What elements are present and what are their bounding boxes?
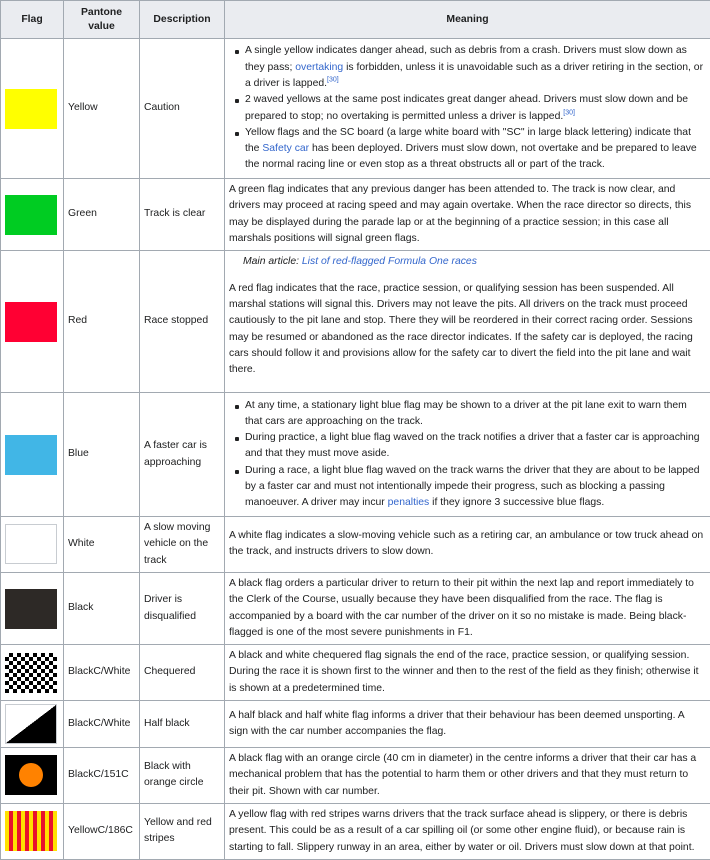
table-row: Yellow Caution A single yellow indicates…: [1, 39, 710, 179]
meaning-cell: At any time, a stationary light blue fla…: [225, 393, 710, 517]
white-flag-swatch: [5, 524, 57, 564]
meaning-cell: A single yellow indicates danger ahead, …: [225, 39, 710, 179]
hatnote: Main article: List of red-flagged Formul…: [229, 254, 706, 270]
header-pantone[interactable]: Pantone value: [64, 1, 140, 39]
meaning-cell: A half black and half white flag informs…: [225, 701, 710, 748]
header-row: Flag Pantone value Description Meaning: [1, 1, 710, 39]
list-item: Yellow flags and the SC board (a large w…: [245, 125, 706, 174]
table-row: Green Track is clear A green flag indica…: [1, 179, 710, 251]
pantone-cell: BlackC/White: [64, 701, 140, 748]
header-description[interactable]: Description: [140, 1, 225, 39]
meaning-cell: A black flag with an orange circle (40 c…: [225, 748, 710, 804]
bullet-list: At any time, a stationary light blue fla…: [229, 398, 706, 512]
race-flags-table: Flag Pantone value Description Meaning Y…: [0, 0, 710, 860]
description-cell: Yellow and red stripes: [140, 803, 225, 859]
red-flagged-races-link[interactable]: List of red-flagged Formula One races: [302, 256, 477, 267]
safety-car-link[interactable]: Safety car: [262, 143, 309, 154]
pantone-cell: Green: [64, 179, 140, 251]
table-row: BlackC/151C Black with orange circle A b…: [1, 748, 710, 804]
table-row: BlackC/White Half black A half black and…: [1, 701, 710, 748]
half-black-flag-swatch: [5, 704, 57, 744]
table-row: YellowC/186C Yellow and red stripes A ye…: [1, 803, 710, 859]
meaning-cell: A black and white chequered flag signals…: [225, 645, 710, 701]
pantone-cell: Yellow: [64, 39, 140, 179]
list-item: A single yellow indicates danger ahead, …: [245, 43, 706, 92]
black-orange-disc-flag-swatch: [5, 755, 57, 795]
description-cell: Driver is disqualified: [140, 572, 225, 644]
list-item: At any time, a stationary light blue fla…: [245, 398, 706, 431]
list-item: 2 waved yellows at the same post indicat…: [245, 92, 706, 125]
black-flag-swatch: [5, 589, 57, 629]
description-cell: Race stopped: [140, 251, 225, 393]
red-flag-swatch: [5, 302, 57, 342]
pantone-cell: Red: [64, 251, 140, 393]
penalties-link[interactable]: penalties: [388, 497, 430, 508]
bullet-list: A single yellow indicates danger ahead, …: [229, 43, 706, 173]
pantone-cell: White: [64, 517, 140, 573]
meaning-cell: Main article: List of red-flagged Formul…: [225, 251, 710, 393]
list-item: During a race, a light blue flag waved o…: [245, 463, 706, 512]
description-cell: Black with orange circle: [140, 748, 225, 804]
pantone-cell: YellowC/186C: [64, 803, 140, 859]
pantone-cell: BlackC/151C: [64, 748, 140, 804]
table-row: Blue A faster car is approaching At any …: [1, 393, 710, 517]
meaning-cell: A black flag orders a particular driver …: [225, 572, 710, 644]
pantone-cell: BlackC/White: [64, 645, 140, 701]
meaning-cell: A green flag indicates that any previous…: [225, 179, 710, 251]
meaning-cell: A white flag indicates a slow-moving veh…: [225, 517, 710, 573]
description-cell: Track is clear: [140, 179, 225, 251]
yellow-flag-swatch: [5, 89, 57, 129]
header-meaning[interactable]: Meaning: [225, 1, 710, 39]
table-row: Red Race stopped Main article: List of r…: [1, 251, 710, 393]
table-row: White A slow moving vehicle on the track…: [1, 517, 710, 573]
pantone-cell: Blue: [64, 393, 140, 517]
meaning-text: A red flag indicates that the race, prac…: [229, 281, 706, 379]
list-item: During practice, a light blue flag waved…: [245, 430, 706, 463]
description-cell: A faster car is approaching: [140, 393, 225, 517]
header-flag[interactable]: Flag: [1, 1, 64, 39]
green-flag-swatch: [5, 195, 57, 235]
pantone-cell: Black: [64, 572, 140, 644]
reference-link[interactable]: [30]: [327, 76, 339, 83]
blue-flag-swatch: [5, 435, 57, 475]
chequered-flag-swatch: [5, 653, 57, 693]
overtaking-link[interactable]: overtaking: [295, 62, 343, 73]
description-cell: Half black: [140, 701, 225, 748]
striped-flag-swatch: [5, 811, 57, 851]
reference-link[interactable]: [30]: [563, 109, 575, 116]
orange-circle-icon: [19, 763, 43, 787]
description-cell: Chequered: [140, 645, 225, 701]
meaning-cell: A yellow flag with red stripes warns dri…: [225, 803, 710, 859]
table-row: Black Driver is disqualified A black fla…: [1, 572, 710, 644]
description-cell: A slow moving vehicle on the track: [140, 517, 225, 573]
table-row: BlackC/White Chequered A black and white…: [1, 645, 710, 701]
description-cell: Caution: [140, 39, 225, 179]
